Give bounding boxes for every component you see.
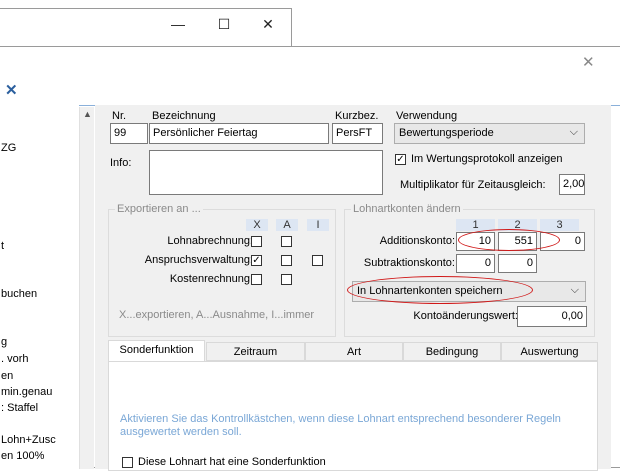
col-header-i: I	[307, 219, 329, 231]
scroll-up-icon[interactable]: ▲	[83, 109, 92, 119]
list-item[interactable]: g	[1, 336, 7, 348]
kostenrechnung-a-checkbox[interactable]	[281, 274, 292, 285]
export-group: Exportieren an ... X A I Lohnabrechnung:…	[108, 203, 336, 337]
sonder-info-line2: ausgewertet werden soll.	[120, 426, 242, 438]
info-textarea[interactable]	[149, 150, 383, 195]
kontoaenderungswert-input[interactable]: 0,00	[517, 306, 587, 327]
tab-auswertung[interactable]: Auswertung	[501, 342, 598, 361]
list-item[interactable]: en 100%	[1, 450, 44, 462]
list-item[interactable]: . vorh	[1, 353, 29, 365]
lohnabrechnung-label: Lohnabrechnung:	[167, 235, 253, 247]
list-item[interactable]: min.genau	[1, 386, 52, 398]
bezeichnung-input[interactable]: Persönlicher Feiertag	[149, 123, 329, 144]
col-header-a: A	[276, 219, 298, 231]
subtraktionskonto-2-input[interactable]: 0	[498, 254, 537, 273]
lohnart-list: ZG t buchen g . vorh en min.genau : Staf…	[0, 105, 79, 469]
bezeichnung-label: Bezeichnung	[152, 110, 216, 122]
subtraktionskonto-label: Subtraktionskonto:	[363, 257, 455, 269]
anspruchsverwaltung-label: Anspruchsverwaltung:	[144, 254, 253, 266]
background-window: — ☐ ✕	[0, 8, 292, 50]
verwendung-select[interactable]: Bewertungsperiode ⌵	[394, 123, 585, 144]
multiplikator-label: Multiplikator für Zeitausgleich:	[400, 179, 546, 191]
anspruchsverwaltung-i-checkbox[interactable]	[312, 255, 323, 266]
konto-col-3: 3	[540, 219, 579, 231]
tab-art[interactable]: Art	[305, 342, 403, 361]
lohnartkonten-group: Lohnartkonten ändern 1 2 3 Additionskont…	[344, 203, 595, 337]
minimize-button[interactable]: —	[156, 9, 200, 39]
nr-label: Nr.	[112, 110, 127, 122]
list-item[interactable]: : Staffel	[1, 402, 38, 414]
toolbar-close-icon[interactable]: ✕	[5, 81, 18, 99]
additionskonto-label: Additionskonto:	[379, 235, 455, 247]
tab-zeitraum[interactable]: Zeitraum	[206, 342, 305, 361]
highlight-oval	[458, 229, 560, 251]
toolbar: ✕	[0, 81, 620, 106]
lohnartkonten-group-title: Lohnartkonten ändern	[351, 203, 463, 215]
lohnabrechnung-a-checkbox[interactable]	[281, 236, 292, 247]
chevron-down-icon: ⌵	[569, 126, 578, 138]
export-group-title: Exportieren an ...	[115, 203, 203, 215]
list-item[interactable]: en	[1, 370, 13, 382]
tab-area: Sonderfunktion Zeitraum Art Bedingung Au…	[108, 340, 598, 471]
nr-input[interactable]: 99	[110, 123, 148, 144]
export-legend: X...exportieren, A...Ausnahme, I...immer	[119, 309, 315, 321]
col-header-x: X	[246, 219, 268, 231]
kurzbez-label: Kurzbez.	[335, 110, 379, 122]
protokoll-label: Im Wertungsprotokoll anzeigen	[411, 153, 563, 165]
multiplikator-input[interactable]: 2,00	[559, 174, 585, 195]
tab-content: Aktivieren Sie das Kontrollkästchen, wen…	[108, 361, 598, 471]
sonder-info-line1: Aktivieren Sie das Kontrollkästchen, wen…	[120, 413, 561, 425]
maximize-button[interactable]: ☐	[202, 9, 246, 39]
kostenrechnung-x-checkbox[interactable]	[251, 274, 262, 285]
tab-bedingung[interactable]: Bedingung	[403, 342, 501, 361]
subtraktionskonto-1-input[interactable]: 0	[456, 254, 495, 273]
sonderfunktion-label: Diese Lohnart hat eine Sonderfunktion	[138, 456, 326, 468]
highlight-oval	[347, 276, 533, 304]
protokoll-checkbox[interactable]: ✓	[395, 154, 406, 165]
kontoaenderungswert-label: Kontoänderungswert:	[413, 310, 518, 322]
detail-panel: Nr. Bezeichnung Kurzbez. Verwendung 99 P…	[95, 105, 611, 471]
anspruchsverwaltung-a-checkbox[interactable]	[281, 255, 292, 266]
list-item[interactable]: t	[1, 240, 4, 252]
tab-sonderfunktion[interactable]: Sonderfunktion	[108, 340, 205, 361]
list-item[interactable]: buchen	[1, 288, 37, 300]
anspruchsverwaltung-x-checkbox[interactable]: ✓	[251, 255, 262, 266]
kurzbez-input[interactable]: PersFT	[332, 123, 383, 144]
list-scrollbar[interactable]: ▲	[79, 107, 94, 469]
lohnabrechnung-x-checkbox[interactable]	[251, 236, 262, 247]
kostenrechnung-label: Kostenrechnung:	[169, 273, 253, 285]
list-item[interactable]: ZG	[1, 142, 16, 154]
list-item[interactable]: Lohn+Zusc	[1, 434, 56, 446]
close-button[interactable]: ✕	[246, 9, 290, 39]
verwendung-label: Verwendung	[396, 110, 458, 122]
close-icon[interactable]: ✕	[582, 53, 595, 71]
sonderfunktion-checkbox[interactable]	[122, 457, 133, 468]
info-label: Info:	[110, 157, 132, 169]
chevron-down-icon: ⌵	[570, 284, 579, 296]
dialog-window: ✕ ✕ ZG t buchen g . vorh en min.genau : …	[0, 46, 620, 471]
